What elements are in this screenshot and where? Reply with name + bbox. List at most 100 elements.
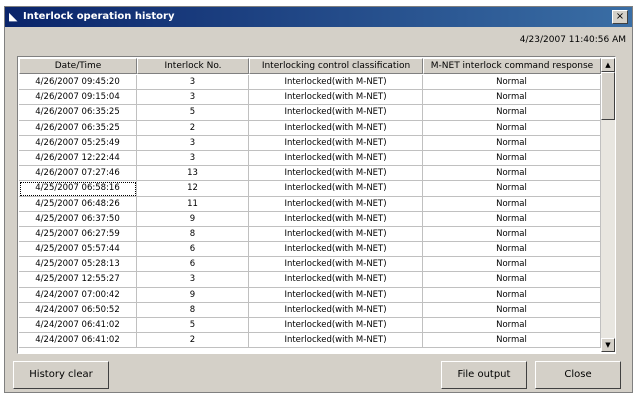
cell-classification: Interlocked(with M-NET) xyxy=(249,135,423,151)
cell-mnet-response: Normal xyxy=(423,135,601,151)
cell-interlock-no: 3 xyxy=(137,150,249,167)
column-header-interlock-no[interactable]: Interlock No. xyxy=(137,58,249,74)
table-row[interactable]: 4/25/2007 05:57:44 6 Interlocked(with M-NE… xyxy=(19,242,601,258)
cell-classification: Interlocked(with M-NET) xyxy=(249,333,423,349)
close-button[interactable]: Close xyxy=(535,361,621,389)
table-row[interactable]: 4/24/2007 07:00:42 9 Interlocked(with M-NE… xyxy=(19,287,601,303)
table-row[interactable]: 4/26/2007 12:22:44 3 Interlocked(with M-NE… xyxy=(19,150,601,167)
cell-interlock-no: 5 xyxy=(137,318,249,334)
cell-classification: Interlocked(with M-NET) xyxy=(249,242,423,258)
cell-classification: Interlocked(with M-NET) xyxy=(249,302,423,318)
cell-datetime: 4/25/2007 06:48:26 xyxy=(19,196,137,212)
cell-mnet-response: Normal xyxy=(423,90,601,106)
table-row[interactable]: 4/26/2007 09:45:20 3 Interlocked(with M-NE… xyxy=(19,75,601,91)
cell-mnet-response: Normal xyxy=(423,302,601,318)
cell-interlock-no: 2 xyxy=(137,333,249,349)
vertical-scrollbar[interactable]: ▲ ▼ xyxy=(601,58,615,352)
cell-classification: Interlocked(with M-NET) xyxy=(249,318,423,334)
cell-mnet-response: Normal xyxy=(423,211,601,227)
cell-classification: Interlocked(with M-NET) xyxy=(249,105,423,121)
cell-datetime: 4/25/2007 05:57:44 xyxy=(19,242,137,258)
table-row[interactable]: 4/25/2007 05:28:13 6 Interlocked(with M-NE… xyxy=(19,257,601,273)
cell-classification: Interlocked(with M-NET) xyxy=(249,257,423,273)
cell-mnet-response: Normal xyxy=(423,120,601,136)
cell-classification: Interlocked(with M-NET) xyxy=(249,120,423,136)
cell-interlock-no: 11 xyxy=(137,196,249,212)
title-close-button[interactable]: × xyxy=(612,10,628,24)
scroll-up-icon[interactable]: ▲ xyxy=(601,58,615,72)
table-row[interactable]: 4/24/2007 06:41:02 5 Interlocked(with M-NE… xyxy=(19,318,601,334)
cell-interlock-no: 3 xyxy=(137,75,249,91)
scroll-thumb[interactable] xyxy=(601,72,615,120)
file-output-button[interactable]: File output xyxy=(441,361,527,389)
cell-classification: Interlocked(with M-NET) xyxy=(249,181,423,197)
cell-datetime: 4/24/2007 07:00:42 xyxy=(19,287,137,303)
column-header-classification[interactable]: Interlocking control classification xyxy=(249,58,423,74)
cell-interlock-no: 12 xyxy=(137,181,249,197)
cell-interlock-no: 8 xyxy=(137,302,249,318)
cell-classification: Interlocked(with M-NET) xyxy=(249,166,423,182)
cell-datetime: 4/24/2007 06:41:02 xyxy=(19,333,137,349)
app-icon: ◣ xyxy=(9,10,18,23)
cell-datetime: 4/24/2007 06:50:52 xyxy=(19,302,137,318)
table-row[interactable]: 4/25/2007 06:27:59 8 Interlocked(with M-NE… xyxy=(19,226,601,243)
cell-datetime: 4/25/2007 12:55:27 xyxy=(19,272,137,288)
history-clear-button[interactable]: History clear xyxy=(13,361,109,389)
scroll-down-icon[interactable]: ▼ xyxy=(601,338,615,352)
cell-datetime: 4/25/2007 06:27:59 xyxy=(19,226,137,243)
cell-mnet-response: Normal xyxy=(423,318,601,334)
table-row[interactable]: 4/26/2007 09:15:04 3 Interlocked(with M-NE… xyxy=(19,90,601,106)
column-header-datetime[interactable]: Date/Time xyxy=(19,58,137,74)
cell-datetime: 4/26/2007 09:45:20 xyxy=(19,75,137,91)
window-title: Interlock operation history xyxy=(23,11,175,22)
table-row[interactable]: 4/26/2007 05:25:49 3 Interlocked(with M-NE… xyxy=(19,135,601,151)
table-row[interactable]: 4/25/2007 12:55:27 3 Interlocked(with M-NE… xyxy=(19,272,601,288)
table-body: 4/26/2007 09:45:20 3 Interlocked(with M-NE… xyxy=(19,75,601,349)
cell-interlock-no: 2 xyxy=(137,120,249,136)
cell-classification: Interlocked(with M-NET) xyxy=(249,150,423,167)
cell-classification: Interlocked(with M-NET) xyxy=(249,75,423,91)
cell-datetime: 4/25/2007 06:58:16 xyxy=(19,181,137,197)
cell-mnet-response: Normal xyxy=(423,257,601,273)
cell-datetime: 4/26/2007 06:35:25 xyxy=(19,105,137,121)
cell-classification: Interlocked(with M-NET) xyxy=(249,211,423,227)
cell-classification: Interlocked(with M-NET) xyxy=(249,226,423,243)
cell-interlock-no: 3 xyxy=(137,135,249,151)
cell-datetime: 4/26/2007 06:35:25 xyxy=(19,120,137,136)
cell-interlock-no: 9 xyxy=(137,287,249,303)
cell-interlock-no: 8 xyxy=(137,226,249,243)
cell-mnet-response: Normal xyxy=(423,226,601,243)
table-row[interactable]: 4/26/2007 07:27:46 13 Interlocked(with M-N… xyxy=(19,166,601,182)
table-row[interactable]: 4/24/2007 06:50:52 8 Interlocked(with M-NE… xyxy=(19,302,601,318)
cell-datetime: 4/26/2007 09:15:04 xyxy=(19,90,137,106)
cell-mnet-response: Normal xyxy=(423,150,601,167)
table-row[interactable]: 4/25/2007 06:58:16 12 Interlocked(with M-N… xyxy=(19,181,601,197)
cell-interlock-no: 5 xyxy=(137,105,249,121)
table-row[interactable]: 4/25/2007 06:37:50 9 Interlocked(with M-NE… xyxy=(19,211,601,227)
table-header: Date/Time Interlock No. Interlocking con… xyxy=(19,58,601,74)
cell-mnet-response: Normal xyxy=(423,196,601,212)
history-table: Date/Time Interlock No. Interlocking con… xyxy=(17,56,616,354)
title-bar: ◣ Interlock operation history × xyxy=(5,7,632,27)
cell-mnet-response: Normal xyxy=(423,105,601,121)
table-row[interactable]: 4/26/2007 06:35:25 2 Interlocked(with M-NE… xyxy=(19,120,601,136)
cell-classification: Interlocked(with M-NET) xyxy=(249,90,423,106)
cell-interlock-no: 6 xyxy=(137,257,249,273)
cell-interlock-no: 9 xyxy=(137,211,249,227)
cell-datetime: 4/26/2007 05:25:49 xyxy=(19,135,137,151)
interlock-history-window: ◣ Interlock operation history × 4/23/200… xyxy=(4,6,633,393)
cell-mnet-response: Normal xyxy=(423,333,601,349)
table-row[interactable]: 4/26/2007 06:35:25 5 Interlocked(with M-NE… xyxy=(19,105,601,121)
table-row[interactable]: 4/25/2007 06:48:26 11 Interlocked(with M-N… xyxy=(19,196,601,212)
cell-datetime: 4/26/2007 12:22:44 xyxy=(19,150,137,167)
cell-classification: Interlocked(with M-NET) xyxy=(249,272,423,288)
cell-interlock-no: 13 xyxy=(137,166,249,182)
column-header-mnet-response[interactable]: M-NET interlock command response xyxy=(423,58,601,74)
cell-datetime: 4/24/2007 06:41:02 xyxy=(19,318,137,334)
current-timestamp: 4/23/2007 11:40:56 AM xyxy=(519,35,626,45)
cell-datetime: 4/25/2007 06:37:50 xyxy=(19,211,137,227)
cell-classification: Interlocked(with M-NET) xyxy=(249,287,423,303)
cell-interlock-no: 3 xyxy=(137,272,249,288)
cell-mnet-response: Normal xyxy=(423,287,601,303)
table-row[interactable]: 4/24/2007 06:41:02 2 Interlocked(with M-NE… xyxy=(19,333,601,349)
